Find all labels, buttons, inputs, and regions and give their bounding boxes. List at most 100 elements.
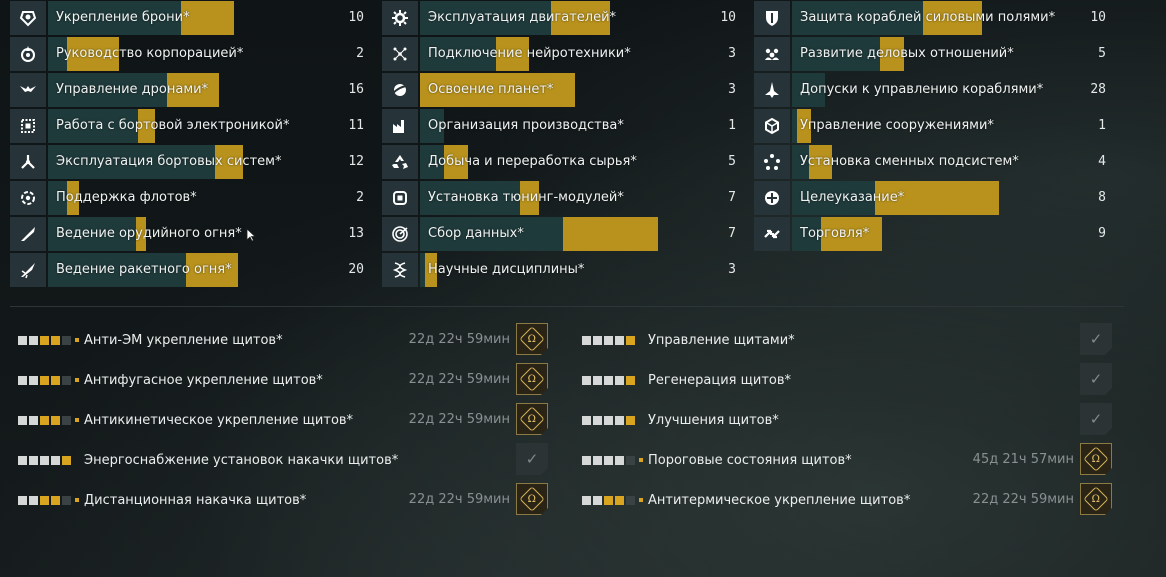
skill-group-row[interactable]: Торговля* 9	[754, 216, 1118, 252]
skill-group-progress: Поддержка флотов*	[48, 181, 286, 215]
omega-required-button[interactable]: Ω	[516, 363, 548, 395]
omega-icon: Ω	[1083, 486, 1109, 512]
skill-group-row[interactable]: Сбор данных* 7	[382, 216, 746, 252]
level-box	[51, 375, 60, 385]
skill-row[interactable]: Антитермическое укрепление щитов* 22д 22ч…	[574, 480, 1114, 520]
skill-group-row[interactable]: Работа с бортовой электроникой* 11	[10, 108, 374, 144]
skill-group-row[interactable]: Допуски к управлению кораблями* 28	[754, 72, 1118, 108]
skill-group-name: Сбор данных*	[428, 226, 524, 241]
skill-group-row[interactable]: Управление сооружениями* 1	[754, 108, 1118, 144]
skill-group-name: Развитие деловых отношений*	[800, 46, 1014, 61]
level-box	[615, 455, 624, 465]
skill-group-row[interactable]: Установка сменных подсистем* 4	[754, 144, 1118, 180]
skill-group-count: 4	[1098, 154, 1106, 169]
omega-required-button[interactable]: Ω	[516, 323, 548, 355]
skill-group-row[interactable]: Эксплуатация двигателей* 10	[382, 0, 746, 36]
level-box	[40, 375, 49, 385]
skill-group-name: Ведение орудийного огня*	[56, 226, 242, 241]
skill-group-name: Эксплуатация двигателей*	[428, 10, 617, 25]
skill-name: Регенерация щитов*	[648, 372, 792, 388]
skill-row[interactable]: Улучшения щитов* ✓	[574, 400, 1114, 440]
skill-group-row[interactable]: Подключение нейротехники* 3	[382, 36, 746, 72]
skill-group-progress: Подключение нейротехники*	[420, 37, 658, 71]
skill-group-name: Защита кораблей силовыми полями*	[800, 10, 1056, 25]
skill-row[interactable]: Антифугасное укрепление щитов* 22д 22ч 59…	[10, 360, 550, 400]
skill-row[interactable]: Антикинетическое укрепление щитов* 22д 22…	[10, 400, 550, 440]
skill-group-row[interactable]: Ведение ракетного огня* 20	[10, 252, 374, 288]
level-box	[18, 335, 27, 345]
skill-group-row[interactable]: Ведение орудийного огня* 13	[10, 216, 374, 252]
progress-fill-bar	[562, 217, 658, 251]
skill-group-count: 3	[728, 46, 736, 61]
skill-group-name: Допуски к управлению кораблями*	[800, 82, 1044, 97]
level-box	[615, 375, 624, 385]
trained-check-button[interactable]: ✓	[516, 443, 548, 475]
section-divider	[10, 306, 1124, 307]
skill-row[interactable]: Анти-ЭМ укрепление щитов* 22д 22ч 59мин Ω	[10, 320, 550, 360]
skill-group-progress: Руководство корпорацией*	[48, 37, 286, 71]
skill-group-count: 7	[728, 190, 736, 205]
missile-icon	[10, 253, 46, 287]
skill-group-count: 10	[720, 10, 736, 25]
skill-group-progress: Укрепление брони*	[48, 1, 286, 35]
skill-row[interactable]: Энергоснабжение установок накачки щитов*…	[10, 440, 550, 480]
skill-group-row[interactable]: Защита кораблей силовыми полями* 10	[754, 0, 1118, 36]
queued-level-dot	[75, 378, 79, 382]
omega-required-button[interactable]: Ω	[1080, 483, 1112, 515]
skill-group-name: Ведение ракетного огня*	[56, 262, 232, 277]
skill-row[interactable]: Пороговые состояния щитов* 45д 21ч 57мин Ω	[574, 440, 1114, 480]
skill-group-name: Укрепление брони*	[56, 10, 190, 25]
skill-group-row[interactable]: Научные дисциплины* 3	[382, 252, 746, 288]
skill-group-count: 5	[728, 154, 736, 169]
level-box	[40, 415, 49, 425]
trained-check-button[interactable]: ✓	[1080, 363, 1112, 395]
skill-name: Антикинетическое укрепление щитов*	[84, 412, 354, 428]
skill-level-indicator	[582, 415, 648, 425]
training-time: 22д 22ч 59мин	[408, 372, 510, 387]
skill-group-name: Освоение планет*	[428, 82, 554, 97]
skill-level-indicator	[18, 455, 84, 465]
training-time: 22д 22ч 59мин	[408, 492, 510, 507]
gunnery-icon	[10, 217, 46, 251]
skill-group-name: Организация производства*	[428, 118, 624, 133]
ship-icon	[754, 73, 790, 107]
check-icon: ✓	[1089, 370, 1103, 388]
skill-group-name: Поддержка флотов*	[56, 190, 197, 205]
skill-group-name: Установка тюнинг-модулей*	[428, 190, 624, 205]
omega-required-button[interactable]: Ω	[516, 483, 548, 515]
skill-group-row[interactable]: Укрепление брони* 10	[10, 0, 374, 36]
skill-group-row[interactable]: Добыча и переработка сырья* 5	[382, 144, 746, 180]
skill-group-name: Целеуказание*	[800, 190, 905, 205]
level-box	[29, 415, 38, 425]
skill-group-row[interactable]: Управление дронами* 16	[10, 72, 374, 108]
recycle-icon	[382, 145, 418, 179]
skill-row[interactable]: Дистанционная накачка щитов* 22д 22ч 59ми…	[10, 480, 550, 520]
skill-group-name: Управление сооружениями*	[800, 118, 994, 133]
level-box	[18, 375, 27, 385]
skill-group-row[interactable]: Установка тюнинг-модулей* 7	[382, 180, 746, 216]
trained-check-button[interactable]: ✓	[1080, 323, 1112, 355]
skill-group-row[interactable]: Развитие деловых отношений* 5	[754, 36, 1118, 72]
skill-group-row[interactable]: Поддержка флотов* 2	[10, 180, 374, 216]
skill-group-row[interactable]: Эксплуатация бортовых систем* 12	[10, 144, 374, 180]
skill-group-row[interactable]: Освоение планет* 3	[382, 72, 746, 108]
skill-row[interactable]: Регенерация щитов* ✓	[574, 360, 1114, 400]
skill-group-progress: Эксплуатация двигателей*	[420, 1, 658, 35]
skill-group-progress: Управление сооружениями*	[792, 109, 1030, 143]
skill-group-count: 10	[348, 10, 364, 25]
skill-group-row[interactable]: Руководство корпорацией* 2	[10, 36, 374, 72]
training-time: 22д 22ч 59мин	[408, 332, 510, 347]
skill-group-count: 12	[348, 154, 364, 169]
skill-group-progress: Научные дисциплины*	[420, 253, 658, 287]
level-box	[582, 495, 591, 505]
skill-name: Антитермическое укрепление щитов*	[648, 492, 911, 508]
omega-required-button[interactable]: Ω	[516, 403, 548, 435]
planet-icon	[382, 73, 418, 107]
skill-group-row[interactable]: Организация производства* 1	[382, 108, 746, 144]
skill-group-progress: Целеуказание*	[792, 181, 1030, 215]
skill-group-row[interactable]: Целеуказание* 8	[754, 180, 1118, 216]
omega-required-button[interactable]: Ω	[1080, 443, 1112, 475]
skill-group-name: Эксплуатация бортовых систем*	[56, 154, 282, 169]
trained-check-button[interactable]: ✓	[1080, 403, 1112, 435]
skill-row[interactable]: Управление щитами* ✓	[574, 320, 1114, 360]
